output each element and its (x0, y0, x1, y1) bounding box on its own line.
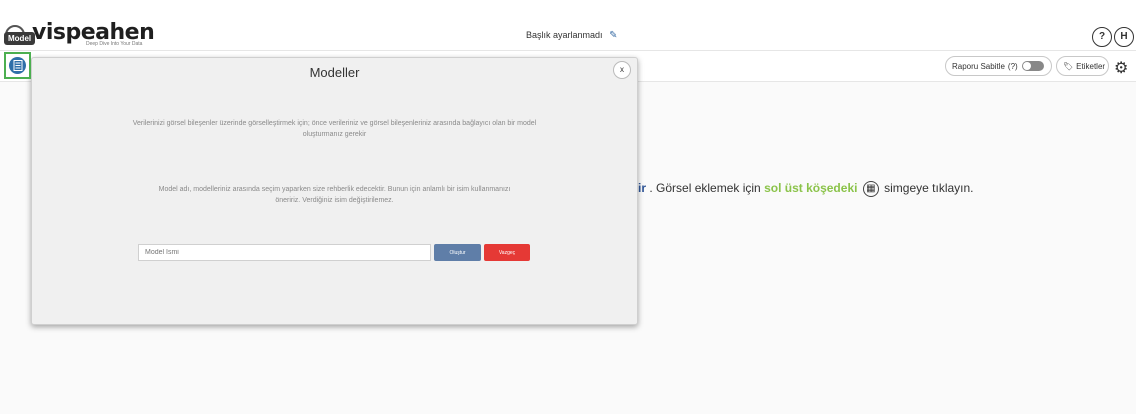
user-avatar-button[interactable]: H (1114, 27, 1134, 47)
modal-description-2-line1: Model adı, modelleriniz arasında seçim y… (158, 186, 511, 193)
modal-description-2: Model adı, modelleriniz arasında seçim y… (112, 184, 557, 206)
tags-button[interactable]: 🏷 Etiketler (1056, 56, 1109, 76)
empty-report-hint: ir . Görsel eklemek için sol üst köşedek… (638, 181, 974, 197)
models-modal: Modeller x Verilerinizi görsel bileşenle… (31, 57, 638, 325)
hint-part3: simgeye tıklayın. (884, 181, 974, 196)
cancel-button[interactable]: Vazgeç (484, 244, 530, 261)
create-button[interactable]: Oluştur (434, 244, 481, 261)
model-tooltip: Model (4, 32, 36, 45)
close-icon[interactable]: x (613, 61, 631, 79)
pin-report-toggle[interactable]: Raporu Sabitle (?) (945, 56, 1052, 76)
modal-title: Modeller (309, 65, 360, 80)
model-button[interactable] (4, 52, 31, 79)
pin-report-hint[interactable]: (?) (1008, 62, 1018, 71)
modal-description-1-line2: oluşturmanız gerekir (302, 131, 367, 138)
help-button[interactable]: ? (1092, 27, 1112, 47)
hint-highlight: sol üst köşedeki (764, 181, 858, 196)
table-grid-icon: ▦ (862, 181, 879, 197)
modal-description-1: Verilerinizi görsel bileşenler üzerinde … (112, 118, 557, 140)
top-header: vispeahen Deep Dive Into Your Data Başlı… (0, 0, 1136, 51)
report-title: Başlık ayarlanmadı (526, 30, 603, 40)
logo-tagline: Deep Dive Into Your Data (86, 41, 143, 47)
hint-part2: . Görsel eklemek için (649, 181, 761, 196)
hint-part1: ir (638, 181, 647, 196)
pin-report-label: Raporu Sabitle (952, 61, 1005, 71)
tag-icon: 🏷 (1063, 61, 1074, 71)
tags-label: Etiketler (1076, 61, 1106, 71)
edit-pencil-icon[interactable]: ✎ (609, 30, 617, 41)
database-list-icon (9, 57, 26, 74)
model-name-input[interactable] (138, 244, 431, 261)
report-title-area[interactable]: Başlık ayarlanmadı ✎ (526, 30, 617, 41)
modal-description-2-line2: öneririz. Verdiğiniz isim değiştirilemez… (275, 197, 394, 204)
pin-report-switch[interactable] (1021, 61, 1044, 71)
gear-icon[interactable]: ⚙ (1114, 58, 1128, 78)
modal-description-1-line1: Verilerinizi görsel bileşenler üzerinde … (132, 120, 537, 127)
